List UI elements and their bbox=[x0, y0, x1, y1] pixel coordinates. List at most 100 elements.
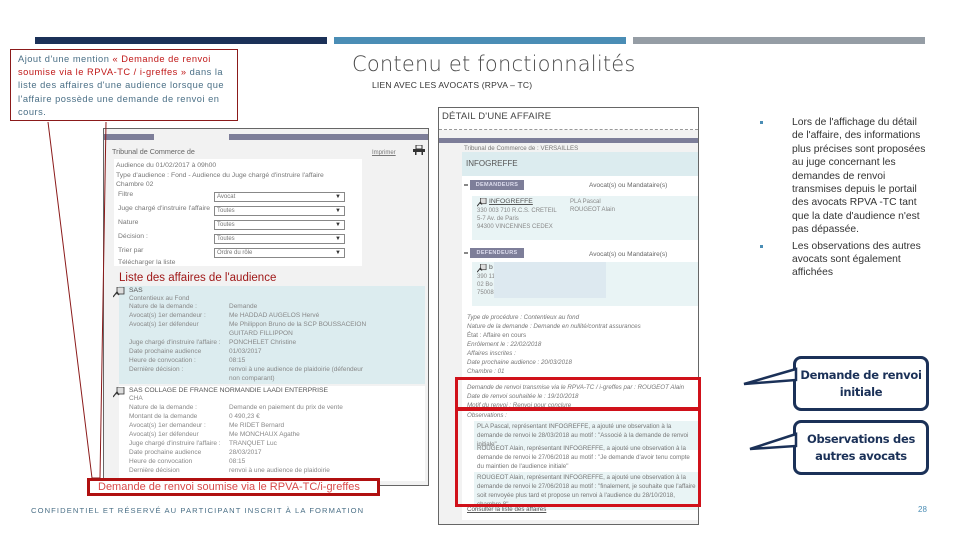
bubble-initial-renvoi: Demande de renvoi initiale bbox=[793, 356, 929, 411]
meta-line: Date prochaine audience : 20/03/2018 bbox=[467, 359, 572, 366]
print-link[interactable]: Imprimer bbox=[372, 150, 396, 156]
case-field-value: 08:15 bbox=[229, 357, 246, 364]
confidential-footer: CONFIDENTIEL ET RÉSERVÉ AU PARTICIPANT I… bbox=[31, 506, 365, 515]
case-field-label: Heure de convocation bbox=[129, 458, 193, 465]
lawyer-line: ROUGEOT Alain bbox=[570, 207, 615, 213]
bullet-icon bbox=[760, 244, 763, 248]
case-field-label: Avocat(s) 1er défendeur bbox=[129, 321, 199, 328]
dropdown-arrow-icon: ▼ bbox=[335, 250, 341, 256]
case-field-label: Dernière décision : bbox=[129, 366, 184, 373]
case-field-value: 0 490,23 € bbox=[229, 413, 260, 420]
callout-prefix: Ajout d'une mention bbox=[18, 54, 113, 64]
header-bar-gray bbox=[633, 37, 925, 44]
case-field-label: Juge chargé d'instruire l'affaire : bbox=[129, 440, 221, 447]
filter-select-filtre[interactable]: Avocat ▼ bbox=[214, 192, 345, 202]
dropdown-arrow-icon: ▼ bbox=[335, 236, 341, 242]
case-field-value: 08:15 bbox=[229, 458, 246, 465]
case-field-value: PONCHELET Christine bbox=[229, 339, 297, 346]
demandeur-party: INFOGREFFE 330 003 710 R.C.S. CRETEIL 5-… bbox=[472, 196, 698, 240]
case-field-value: 01/03/2017 bbox=[229, 348, 262, 355]
lawyer-line: PLA Pascal bbox=[570, 199, 601, 205]
case-name: SAS COLLAGE DE FRANCE NORMANDIE LAADI EN… bbox=[129, 387, 329, 394]
filter-label-filtre: Filtre bbox=[118, 191, 134, 198]
case-field-value: TRANQUET Luc bbox=[229, 440, 277, 447]
case-item[interactable]: SAS Contentieux au Fond Nature de la dem… bbox=[113, 286, 425, 384]
bubble-observations: Observations des autres avocats bbox=[793, 420, 929, 475]
renvoi-mention-label: Demande de renvoi soumise via le RPVA-TC… bbox=[87, 478, 380, 496]
case-icon bbox=[113, 287, 125, 298]
defendeurs-lawyer-header: Avocat(s) ou Mandataire(s) bbox=[589, 251, 668, 258]
bullet-item: Les observations des autres avocats sont… bbox=[760, 240, 930, 280]
party-line: 94300 VINCENNES CEDEX bbox=[477, 224, 553, 230]
case-icon bbox=[113, 387, 125, 398]
defendeurs-section: DEFENDEURS Avocat(s) ou Mandataire(s) b … bbox=[462, 248, 698, 310]
filter-select-decision[interactable]: Toutes ▼ bbox=[214, 234, 345, 244]
party-line: 75008 bbox=[477, 290, 494, 296]
case-field-label: Nature de la demande : bbox=[129, 404, 197, 411]
filter-label-decision: Décision : bbox=[118, 233, 148, 240]
page-number: 28 bbox=[918, 505, 927, 514]
slide-subtitle: LIEN AVEC LES AVOCATS (RPVA – TC) bbox=[372, 80, 533, 90]
case-field-value: renvoi à une audience de plaidoirie bbox=[229, 467, 330, 474]
case-name: SAS bbox=[129, 287, 143, 294]
filter-value: Avocat bbox=[217, 194, 236, 200]
case-type: CHA bbox=[129, 395, 143, 402]
case-item[interactable]: SAS COLLAGE DE FRANCE NORMANDIE LAADI EN… bbox=[113, 386, 425, 481]
case-field-value: Me MONCHAUX Agathe bbox=[229, 431, 300, 438]
callout-connector-line bbox=[47, 121, 107, 479]
case-field-label: Avocat(s) 1er demandeur : bbox=[129, 312, 206, 319]
case-field-label: Juge chargé d'instruire l'affaire : bbox=[129, 339, 221, 346]
detail-header: DÉTAIL D'UNE AFFAIRE bbox=[439, 108, 698, 130]
case-field-value: non comparant) bbox=[229, 375, 275, 382]
audience-list-screenshot: Tribunal de Commerce de Imprimer Audienc… bbox=[103, 128, 429, 486]
back-to-list-link[interactable]: Consulter la liste des affaires bbox=[467, 506, 546, 513]
case-field-label: Date prochaine audience bbox=[129, 449, 202, 456]
filter-select-juge[interactable]: Toutes ▼ bbox=[214, 206, 345, 216]
meta-line: Enrôlement le : 22/02/2018 bbox=[467, 341, 542, 348]
redaction-block bbox=[494, 262, 606, 298]
case-field-value: 28/03/2017 bbox=[229, 449, 262, 456]
slide-title: Contenu et fonctionnalités bbox=[352, 52, 636, 76]
filter-label-juge: Juge chargé d'instruire l'affaire bbox=[118, 205, 211, 212]
download-list-link[interactable]: Télécharger la liste bbox=[118, 259, 175, 266]
printer-icon[interactable] bbox=[413, 145, 425, 155]
party-header: INFOGREFFE bbox=[462, 152, 698, 176]
meta-line: Chambre : 01 bbox=[467, 368, 505, 375]
bullet-item: Lors de l'affichage du détail de l'affai… bbox=[760, 116, 930, 237]
bullet-text: Lors de l'affichage du détail de l'affai… bbox=[792, 117, 926, 236]
filter-value: Ordre du rôle bbox=[217, 250, 253, 256]
detail-title: DÉTAIL D'UNE AFFAIRE bbox=[442, 111, 552, 122]
case-field-label: Date prochaine audience bbox=[129, 348, 202, 355]
detail-header-bar bbox=[439, 138, 698, 143]
bubble-pointer-observations bbox=[749, 432, 798, 451]
party-name-link[interactable]: INFOGREFFE bbox=[489, 198, 533, 205]
meta-line: État : Affaire en cours bbox=[467, 332, 527, 339]
filter-value: Toutes bbox=[217, 236, 235, 242]
filter-select-nature[interactable]: Toutes ▼ bbox=[214, 220, 345, 230]
case-field-label: Nature de la demande : bbox=[129, 303, 197, 310]
meta-line: Affaires inscrites : bbox=[467, 350, 516, 357]
party-header-label: INFOGREFFE bbox=[466, 159, 518, 168]
header-bar-blue bbox=[334, 37, 626, 44]
case-field-value: Demande bbox=[229, 303, 258, 310]
case-field-label: Avocat(s) 1er demandeur : bbox=[129, 422, 206, 429]
audience-date: Audience du 01/02/2017 à 09h00 bbox=[116, 162, 217, 169]
case-field-label: Dernière décision bbox=[129, 467, 180, 474]
detail-tribunal: Tribunal de Commerce de : VERSAILLES bbox=[464, 145, 579, 152]
filter-select-tri[interactable]: Ordre du rôle ▼ bbox=[214, 248, 345, 258]
case-field-value: Me HADDAD AUGELOS Hervé bbox=[229, 312, 320, 319]
party-line: 02 Bo bbox=[477, 282, 493, 288]
case-field-value: renvoi à une audience de plaidoirie (déf… bbox=[229, 366, 364, 373]
case-field-label: Montant de la demande bbox=[129, 413, 198, 420]
demandeurs-tag: DEMANDEURS bbox=[464, 180, 524, 190]
audience-filter-panel: Audience du 01/02/2017 à 09h00 Type d'au… bbox=[114, 159, 362, 266]
case-icon bbox=[477, 264, 487, 273]
header-bar-navy bbox=[35, 37, 327, 44]
bullet-list: Lors de l'affichage du détail de l'affai… bbox=[760, 116, 930, 280]
filter-value: Toutes bbox=[217, 222, 235, 228]
party-name-link[interactable]: b bbox=[489, 264, 493, 271]
case-field-value: GUITARD FILLIPPON bbox=[229, 330, 293, 337]
meta-line: Nature de la demande : Demande en nullit… bbox=[467, 323, 641, 330]
party-line: 330 003 710 R.C.S. CRETEIL bbox=[477, 208, 557, 214]
meta-line: Type de procédure : Contentieux au fond bbox=[467, 314, 580, 321]
